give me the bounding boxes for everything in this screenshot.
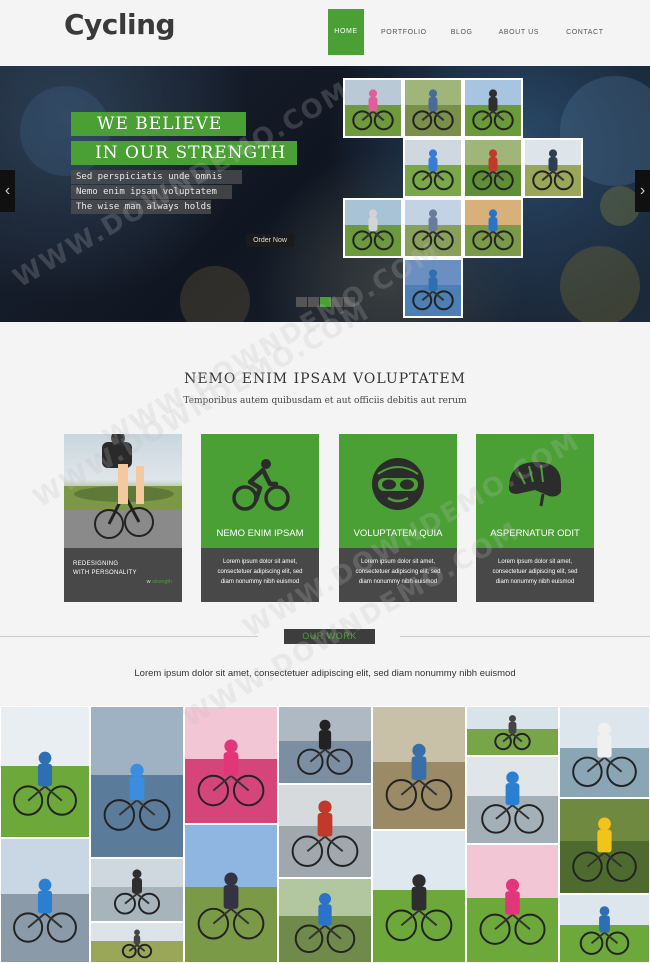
gallery-photo[interactable] [559, 706, 650, 798]
hero-photo-thumbnail[interactable] [403, 198, 463, 258]
feature-card-photo[interactable]: REDESIGNING WITH PERSONALITY w strength [64, 434, 182, 602]
card-text: Lorem ipsum dolor sit amet, consectetuer… [217, 559, 303, 585]
hero-headline-2: IN OUR STRENGTH [71, 141, 297, 165]
hero-photo-thumbnail[interactable] [403, 258, 463, 318]
gallery-photo[interactable] [0, 706, 90, 838]
card-text: Lorem ipsum dolor sit amet, consectetuer… [355, 559, 441, 585]
hero-text-line: Nemo enim ipsam voluptatem [71, 185, 232, 199]
bokeh-light [180, 266, 250, 322]
slider-dot[interactable] [296, 297, 307, 307]
hero-photo-thumbnail[interactable] [463, 198, 523, 258]
gallery-photo[interactable] [466, 756, 559, 844]
hero-photo-thumbnail[interactable] [343, 198, 403, 258]
slider-dot[interactable] [308, 297, 319, 307]
site-logo[interactable]: Cycling [64, 8, 176, 41]
gallery-photo[interactable] [0, 838, 90, 963]
portfolio-gallery [0, 706, 650, 963]
hero-photo-thumbnail[interactable] [403, 138, 463, 198]
section-subtitle: Temporibus autem quibusdam et aut offici… [183, 396, 467, 406]
card-title: ASPERNATUR ODIT [490, 528, 580, 539]
gallery-photo[interactable] [559, 798, 650, 894]
gallery-photo[interactable] [90, 706, 184, 858]
bokeh-light [560, 246, 640, 322]
card-title: VOLUPTATEM QUIA [353, 528, 443, 539]
nav-item-contact[interactable]: CONTACT [566, 29, 604, 36]
gallery-photo[interactable] [559, 894, 650, 963]
slider-dot[interactable] [344, 297, 355, 307]
nav-item-about-us[interactable]: ABOUT US [499, 29, 539, 36]
slider-dot[interactable] [332, 297, 343, 307]
hero-photo-thumbnail[interactable] [463, 78, 523, 138]
hero-photo-thumbnail[interactable] [343, 78, 403, 138]
gallery-photo[interactable] [278, 784, 372, 878]
hero-photo-thumbnail[interactable] [523, 138, 583, 198]
divider [400, 636, 650, 637]
cyclist-icon [232, 459, 290, 511]
gallery-photo[interactable] [466, 844, 559, 963]
nav-item-portfolio[interactable]: PORTFOLIO [381, 29, 427, 36]
gallery-photo[interactable] [184, 824, 278, 963]
main-nav: HOME PORTFOLIO BLOG ABOUT US CONTACT [328, 9, 604, 55]
slider-prev-button[interactable]: ‹ [0, 170, 15, 212]
nav-item-blog[interactable]: BLOG [451, 29, 473, 36]
cyclist-photo [64, 434, 182, 548]
divider [0, 636, 258, 637]
slider-pagination [296, 297, 355, 307]
hero-text-line: Sed perspiciatis unde omnis [71, 170, 242, 184]
gallery-photo[interactable] [184, 706, 278, 824]
card-text: Lorem ipsum dolor sit amet, consectetuer… [492, 559, 578, 585]
gallery-photo[interactable] [278, 878, 372, 963]
order-now-button[interactable]: Order Now [246, 234, 294, 247]
card-brand-tag: w strength [146, 579, 172, 585]
gallery-photo[interactable] [372, 830, 466, 963]
section-title: NEMO ENIM IPSAM VOLUPTATEM [184, 371, 466, 387]
feature-card[interactable]: NEMO ENIM IPSAM Lorem ipsum dolor sit am… [201, 434, 319, 602]
hero-headline-1: WE BELIEVE [71, 112, 246, 136]
chevron-left-icon: ‹ [4, 182, 11, 199]
chevron-right-icon: › [639, 182, 646, 199]
site-header: Cycling HOME PORTFOLIO BLOG ABOUT US CON… [0, 0, 650, 66]
gallery-photo[interactable] [90, 858, 184, 922]
nav-item-home[interactable]: HOME [328, 9, 364, 55]
gallery-photo[interactable] [466, 706, 559, 756]
feature-card[interactable]: VOLUPTATEM QUIA Lorem ipsum dolor sit am… [339, 434, 457, 602]
slider-next-button[interactable]: › [635, 170, 650, 212]
hero-photo-thumbnail[interactable] [403, 78, 463, 138]
card-caption: REDESIGNING WITH PERSONALITY [73, 561, 137, 576]
helmet-icon [509, 462, 561, 507]
hero-photo-thumbnail[interactable] [463, 138, 523, 198]
our-work-label: OUR WORK [284, 629, 375, 644]
our-work-description: Lorem ipsum dolor sit amet, consectetuer… [134, 668, 516, 679]
helmet-goggles-icon [372, 458, 424, 510]
gallery-photo[interactable] [278, 706, 372, 784]
card-title: NEMO ENIM IPSAM [216, 528, 304, 539]
gallery-photo[interactable] [372, 706, 466, 830]
hero-text-line: The wise man always holds [71, 200, 211, 214]
bokeh-light [600, 186, 640, 226]
hero-slider: WE BELIEVE IN OUR STRENGTH Sed perspicia… [0, 66, 650, 322]
gallery-photo[interactable] [90, 922, 184, 963]
feature-card[interactable]: ASPERNATUR ODIT Lorem ipsum dolor sit am… [476, 434, 594, 602]
slider-dot-active[interactable] [320, 297, 331, 307]
